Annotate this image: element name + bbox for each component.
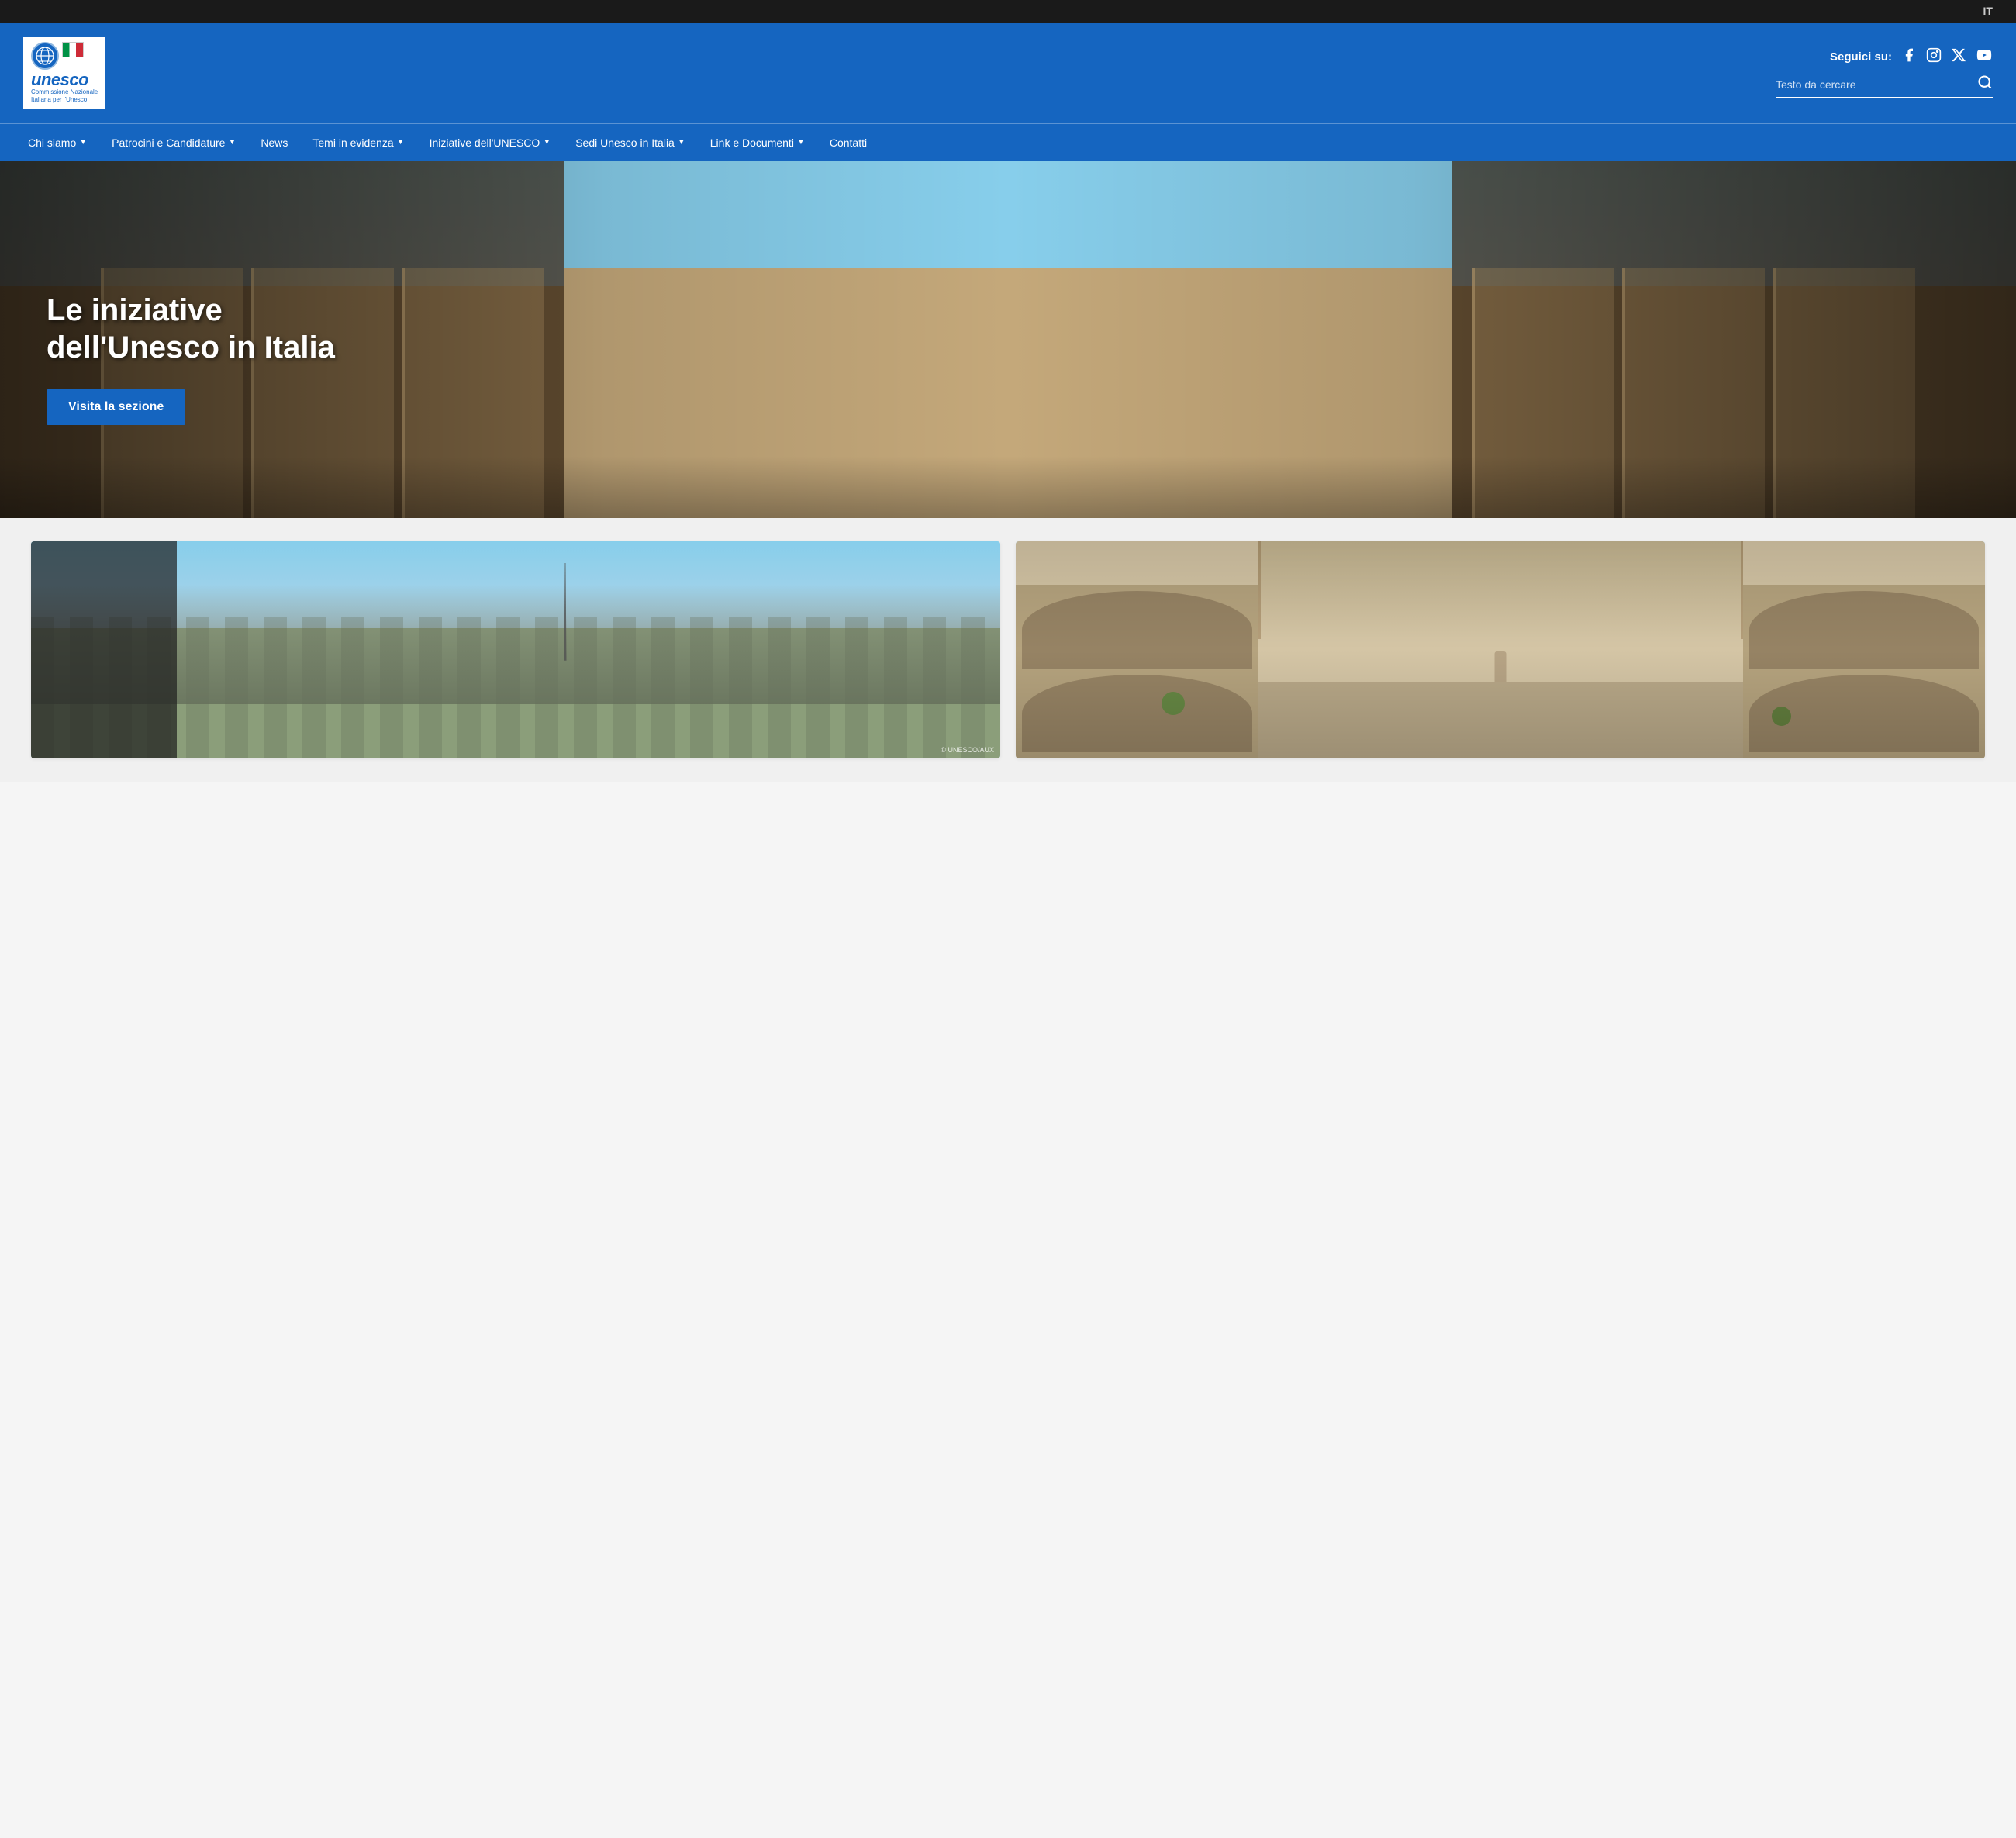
instagram-icon[interactable] [1926,47,1942,67]
nav-item-contatti[interactable]: Contatti [817,124,879,161]
nav-item-iniziative[interactable]: Iniziative dell'UNESCO ▼ [417,124,564,161]
logo-text: unesco [31,71,88,88]
nav-item-temi[interactable]: Temi in evidenza ▼ [300,124,416,161]
chevron-down-icon: ▼ [79,138,87,147]
card-1-credit: © UNESCO/AUX [941,746,994,754]
youtube-icon[interactable] [1976,47,1993,67]
nav-item-patrocini[interactable]: Patrocini e Candidature ▼ [99,124,248,161]
logo-box[interactable]: unesco Commissione Nazionale Italiana pe… [23,37,105,109]
chevron-down-icon: ▼ [543,138,551,147]
search-row[interactable] [1776,74,1993,98]
social-row: Seguici su: [1830,47,1993,67]
main-nav: Chi siamo ▼ Patrocini e Candidature ▼ Ne… [0,123,2016,161]
hero-cta-button[interactable]: Visita la sezione [47,389,185,425]
nav-item-link[interactable]: Link e Documenti ▼ [698,124,817,161]
x-twitter-icon[interactable] [1951,47,1966,67]
language-link[interactable]: IT [1983,5,1993,17]
card-2-image [1016,541,1985,758]
card-1[interactable]: © UNESCO/AUX [31,541,1000,758]
nav-item-sedi[interactable]: Sedi Unesco in Italia ▼ [563,124,698,161]
chevron-down-icon: ▼ [397,138,405,147]
cards-section: © UNESCO/AUX [0,518,2016,782]
logo-area: unesco Commissione Nazionale Italiana pe… [23,37,105,109]
hero-section: Le iniziative dell'Unesco in Italia Visi… [0,161,2016,518]
site-header: unesco Commissione Nazionale Italiana pe… [0,23,2016,123]
hero-title: Le iniziative dell'Unesco in Italia [47,292,341,366]
chevron-down-icon: ▼ [797,138,805,147]
header-right: Seguici su: [1776,47,1993,98]
facebook-icon[interactable] [1901,47,1917,67]
top-bar: IT [0,0,2016,23]
unesco-emblem-icon [31,42,59,70]
nav-item-chi-siamo[interactable]: Chi siamo ▼ [16,124,99,161]
search-button[interactable] [1977,74,1993,94]
logo-subtitle: Commissione Nazionale Italiana per l'Une… [31,88,98,105]
card-2[interactable] [1016,541,1985,758]
chevron-down-icon: ▼ [678,138,685,147]
card-1-image: © UNESCO/AUX [31,541,1000,758]
social-label: Seguici su: [1830,50,1892,64]
italian-flag-icon [62,42,84,57]
nav-item-news[interactable]: News [248,124,300,161]
search-input[interactable] [1776,78,1977,91]
chevron-down-icon: ▼ [228,138,236,147]
hero-content: Le iniziative dell'Unesco in Italia Visi… [47,292,341,425]
